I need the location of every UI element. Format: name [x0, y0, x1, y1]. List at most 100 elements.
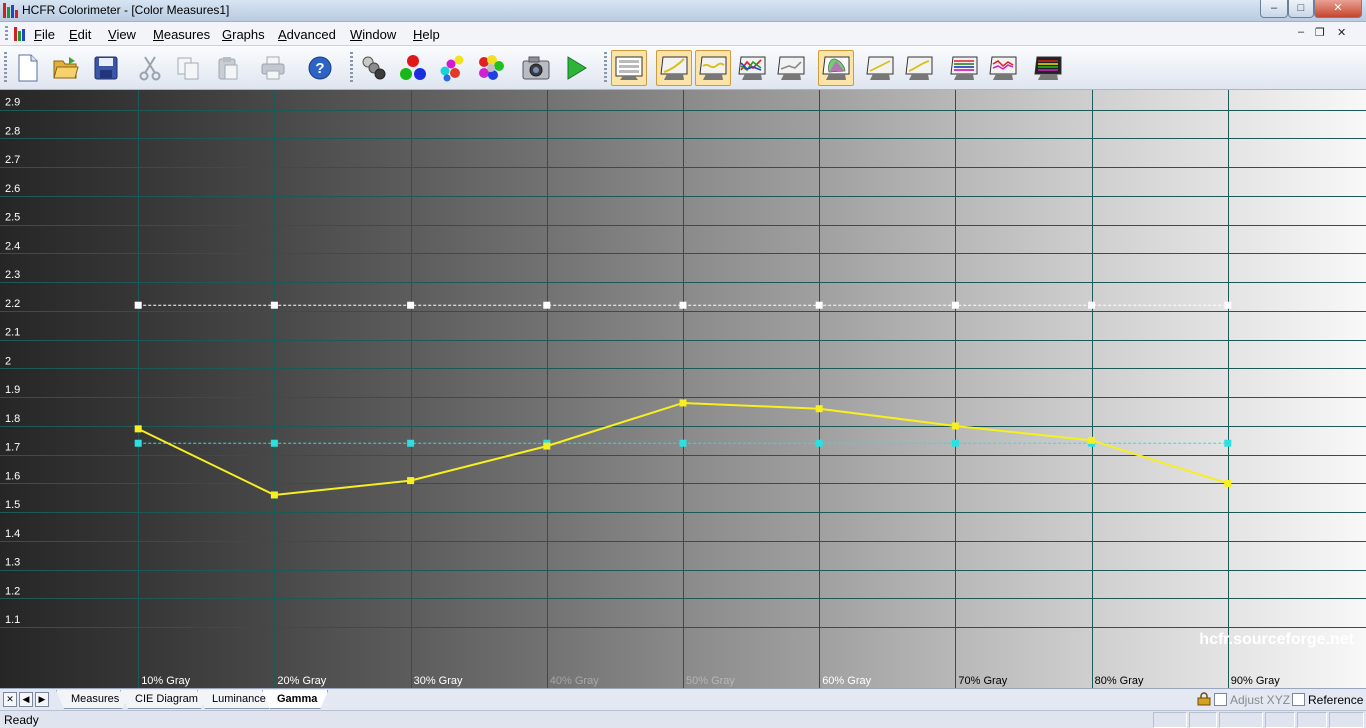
y-tick-label: 2.9 [5, 97, 20, 109]
x-category-label: 20% Gray [277, 675, 326, 687]
menu-graphs[interactable]: Graphs [222, 27, 265, 42]
data-point [679, 301, 687, 309]
close-window-button[interactable]: ✕ [1314, 0, 1362, 18]
data-point [134, 301, 142, 309]
x-category-label: 90% Gray [1231, 675, 1280, 687]
camera-icon[interactable] [518, 50, 554, 86]
open-folder-icon[interactable] [48, 50, 84, 86]
status-pane [1265, 712, 1295, 728]
menu-bar: File Edit View Measures Graphs Advanced … [0, 22, 1366, 46]
delta-e-graph-icon[interactable] [862, 50, 898, 86]
menu-edit[interactable]: Edit [69, 27, 91, 42]
menu-file[interactable]: File [34, 27, 55, 42]
rgb-levels-graph-icon[interactable] [734, 50, 770, 86]
y-tick-label: 2.7 [5, 154, 20, 166]
data-point [134, 439, 142, 447]
title-bar: HCFR Colorimeter - [Color Measures1] ‒ □… [0, 0, 1366, 22]
minimize-button[interactable]: ‒ [1260, 0, 1288, 18]
data-point [270, 301, 278, 309]
toolbar-grip[interactable] [604, 52, 607, 84]
menu-help[interactable]: Help [413, 27, 440, 42]
status-bar: Ready [0, 710, 1366, 728]
toolbar-grip[interactable] [350, 52, 353, 84]
data-point [270, 491, 278, 499]
data-point [951, 301, 959, 309]
status-pane [1153, 712, 1187, 728]
data-point [270, 439, 278, 447]
status-pane [1219, 712, 1263, 728]
data-point [134, 425, 142, 433]
paste-icon[interactable] [210, 50, 246, 86]
y-tick-label: 2.5 [5, 212, 20, 224]
data-point [1088, 436, 1096, 444]
tab-measures[interactable]: Measures [56, 690, 130, 709]
gamma-graph-icon[interactable] [695, 50, 731, 86]
watermark-text: hcfr.sourceforge.net [1199, 631, 1354, 648]
data-point [407, 301, 415, 309]
data-point [679, 439, 687, 447]
y-tick-label: 1.5 [5, 499, 20, 511]
mdi-close-button[interactable]: ✕ [1337, 26, 1346, 39]
x-category-label: 10% Gray [141, 675, 190, 687]
data-point [815, 439, 823, 447]
document-icon[interactable] [14, 27, 28, 41]
status-pane [1297, 712, 1327, 728]
color-temperature-graph-icon[interactable] [773, 50, 809, 86]
adjust-xyz-checkbox[interactable] [1214, 693, 1227, 706]
scroll-tabs-left-button[interactable]: ◀ [19, 692, 33, 707]
help-icon[interactable]: ? [302, 50, 338, 86]
tab-gamma[interactable]: Gamma [262, 690, 328, 709]
app-logo-icon [3, 3, 18, 18]
reference-checkbox[interactable] [1292, 693, 1305, 706]
menu-window[interactable]: Window [350, 27, 396, 42]
cut-icon[interactable] [132, 50, 168, 86]
luminance-graph-icon[interactable] [656, 50, 692, 86]
toolbar-grip[interactable] [4, 52, 7, 84]
maximize-button[interactable]: □ [1288, 0, 1314, 18]
y-tick-label: 1.4 [5, 528, 20, 540]
menu-grip[interactable] [5, 26, 8, 42]
status-pane [1329, 712, 1364, 728]
menu-advanced[interactable]: Advanced [278, 27, 336, 42]
tab-cie-diagram[interactable]: CIE Diagram [120, 690, 209, 709]
play-icon[interactable] [558, 50, 594, 86]
data-point [815, 405, 823, 413]
lock-icon[interactable] [1197, 692, 1211, 706]
x-category-label: 60% Gray [822, 675, 871, 687]
data-point [679, 399, 687, 407]
secondary-colors-icon[interactable] [434, 50, 470, 86]
print-icon[interactable] [255, 50, 291, 86]
mdi-restore-button[interactable]: ❐ [1315, 26, 1325, 39]
gray-scale-measure-icon[interactable] [356, 50, 392, 86]
data-point [1224, 301, 1232, 309]
menu-measures[interactable]: Measures [153, 27, 210, 42]
save-icon[interactable] [88, 50, 124, 86]
data-point [1088, 301, 1096, 309]
data-point [951, 439, 959, 447]
y-tick-label: 2.2 [5, 298, 20, 310]
scroll-tabs-right-button[interactable]: ▶ [35, 692, 49, 707]
tab-bar: ✕ ◀ ▶ Measures CIE Diagram Luminance Gam… [0, 688, 1366, 710]
x-category-label: 30% Gray [414, 675, 463, 687]
data-point [543, 301, 551, 309]
near-black-graph-icon[interactable] [985, 50, 1021, 86]
y-tick-label: 1.2 [5, 585, 20, 597]
all-colors-icon[interactable] [473, 50, 509, 86]
gamma-graph[interactable]: 2.9 2.8 2.7 2.6 2.5 2.4 2.3 2.2 2.1 2 1.9 1.8 1.7 1.6… [0, 90, 1366, 688]
primary-colors-icon[interactable] [395, 50, 431, 86]
copy-icon[interactable] [170, 50, 206, 86]
saturation-luminance-graph-icon[interactable] [901, 50, 937, 86]
x-axis-labels: 10% Gray 20% Gray 30% Gray 40% Gray 50% Gray… [141, 675, 1280, 687]
measures-view-icon[interactable] [611, 50, 647, 86]
cie-diagram-icon[interactable] [818, 50, 854, 86]
menu-view[interactable]: View [108, 27, 136, 42]
new-icon[interactable] [10, 50, 46, 86]
status-text: Ready [4, 713, 39, 727]
window-title: HCFR Colorimeter - [Color Measures1] [22, 3, 230, 17]
y-tick-label: 1.9 [5, 384, 20, 396]
close-tab-button[interactable]: ✕ [3, 692, 17, 707]
reference-graph-icon[interactable] [1030, 50, 1066, 86]
saturation-shift-graph-icon[interactable] [946, 50, 982, 86]
mdi-minimize-button[interactable]: ‒ [1298, 26, 1304, 38]
y-tick-label: 2.4 [5, 240, 20, 252]
